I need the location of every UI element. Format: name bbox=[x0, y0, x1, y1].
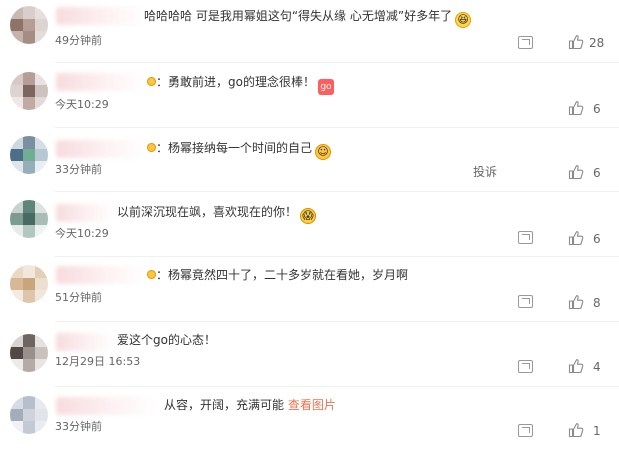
comment-text: 从容，开阔，充满可能 查看图片 bbox=[164, 395, 336, 415]
like-count: 6 bbox=[593, 232, 601, 246]
like-icon[interactable] bbox=[568, 422, 584, 438]
comment-time: 51分钟前 bbox=[55, 291, 102, 304]
user-avatar[interactable] bbox=[10, 334, 48, 372]
like-count: 6 bbox=[593, 166, 601, 180]
user-avatar[interactable] bbox=[10, 200, 48, 238]
like-icon[interactable] bbox=[568, 230, 584, 246]
small-emoji-icon bbox=[147, 143, 156, 152]
shocked-emoji-icon: 😱 bbox=[300, 208, 317, 224]
user-avatar[interactable] bbox=[10, 136, 48, 174]
comment-item: ：杨幂竟然四十了，二十多岁就在看她，岁月啊 51分钟前 8 bbox=[0, 257, 619, 321]
comment-time: 33分钟前 bbox=[55, 420, 102, 433]
comment-text-content: 爱这个go的心态！ bbox=[117, 333, 216, 347]
username-blurred[interactable] bbox=[56, 397, 156, 415]
username-blurred[interactable] bbox=[56, 7, 146, 25]
comment-item: ：勇敢前进，go的理念很棒！ go 今天10:29 6 bbox=[0, 64, 619, 128]
comment-text-content: ：勇敢前进，go的理念很棒！ bbox=[156, 75, 315, 89]
like-icon[interactable] bbox=[568, 100, 584, 116]
comment-item: 哈哈哈哈 可是我用幂姐这句“得失从缘 心无增减”好多年了 😆 49分钟前 28 bbox=[0, 0, 619, 64]
comment-text: ：勇敢前进，go的理念很棒！ go bbox=[144, 72, 334, 95]
comment-item: 以前深沉现在飒，喜欢现在的你！ 😱 今天10:29 6 bbox=[0, 192, 619, 256]
comment-item: ：杨幂接纳每一个时间的自己 ☺ 33分钟前 投诉 6 bbox=[0, 128, 619, 192]
comment-text-content: 以前深沉现在飒，喜欢现在的你！ bbox=[117, 205, 298, 219]
comment-text-content: ：杨幂竟然四十了，二十多岁就在看她，岁月啊 bbox=[156, 268, 409, 282]
user-avatar[interactable] bbox=[10, 265, 48, 303]
share-icon[interactable] bbox=[518, 36, 533, 49]
blush-emoji-icon: ☺ bbox=[315, 144, 332, 160]
comment-time: 33分钟前 bbox=[55, 163, 102, 176]
share-icon[interactable] bbox=[518, 295, 533, 308]
small-emoji-icon bbox=[147, 270, 156, 279]
share-icon[interactable] bbox=[518, 360, 533, 373]
like-count: 6 bbox=[593, 102, 601, 116]
user-avatar[interactable] bbox=[10, 396, 48, 434]
like-icon[interactable] bbox=[568, 34, 584, 50]
comment-text-content: 从容，开阔，充满可能 bbox=[164, 398, 285, 412]
comment-text: ：杨幂竟然四十了，二十多岁就在看她，岁月啊 bbox=[144, 265, 408, 285]
laughing-emoji-icon: 😆 bbox=[455, 12, 472, 28]
like-count: 1 bbox=[593, 424, 601, 438]
share-icon[interactable] bbox=[518, 231, 533, 244]
like-icon[interactable] bbox=[568, 358, 584, 374]
view-image-link[interactable]: 查看图片 bbox=[288, 398, 336, 412]
comment-text-content: 哈哈哈哈 可是我用幂姐这句“得失从缘 心无增减”好多年了 bbox=[144, 9, 453, 23]
like-icon[interactable] bbox=[568, 294, 584, 310]
comment-item: 从容，开阔，充满可能 查看图片 33分钟前 1 bbox=[0, 387, 619, 451]
like-count: 4 bbox=[593, 360, 601, 374]
comment-text: 哈哈哈哈 可是我用幂姐这句“得失从缘 心无增减”好多年了 😆 bbox=[144, 6, 472, 28]
comment-text: 以前深沉现在飒，喜欢现在的你！ 😱 bbox=[117, 202, 317, 224]
go-sticker-icon: go bbox=[317, 79, 334, 95]
like-count: 8 bbox=[593, 296, 601, 310]
username-blurred[interactable] bbox=[56, 266, 146, 284]
username-blurred[interactable] bbox=[56, 204, 116, 222]
comment-item: 爱这个go的心态！ 12月29日 16:53 4 bbox=[0, 322, 619, 386]
comment-text-content: ：杨幂接纳每一个时间的自己 bbox=[156, 141, 313, 155]
report-button[interactable]: 投诉 bbox=[473, 164, 497, 180]
small-emoji-icon bbox=[147, 77, 156, 86]
share-icon[interactable] bbox=[518, 424, 533, 437]
user-avatar[interactable] bbox=[10, 72, 48, 110]
username-blurred[interactable] bbox=[56, 333, 116, 351]
comment-text: 爱这个go的心态！ bbox=[117, 330, 216, 350]
comment-time: 今天10:29 bbox=[55, 227, 109, 240]
like-icon[interactable] bbox=[568, 164, 584, 180]
user-avatar[interactable] bbox=[10, 6, 48, 44]
comment-time: 今天10:29 bbox=[55, 98, 109, 111]
like-count: 28 bbox=[589, 36, 605, 50]
comment-divider bbox=[55, 62, 619, 63]
comment-time: 49分钟前 bbox=[55, 34, 102, 47]
comment-text: ：杨幂接纳每一个时间的自己 ☺ bbox=[144, 138, 332, 160]
username-blurred[interactable] bbox=[56, 140, 146, 158]
username-blurred[interactable] bbox=[56, 73, 146, 91]
comment-time: 12月29日 16:53 bbox=[55, 355, 141, 368]
